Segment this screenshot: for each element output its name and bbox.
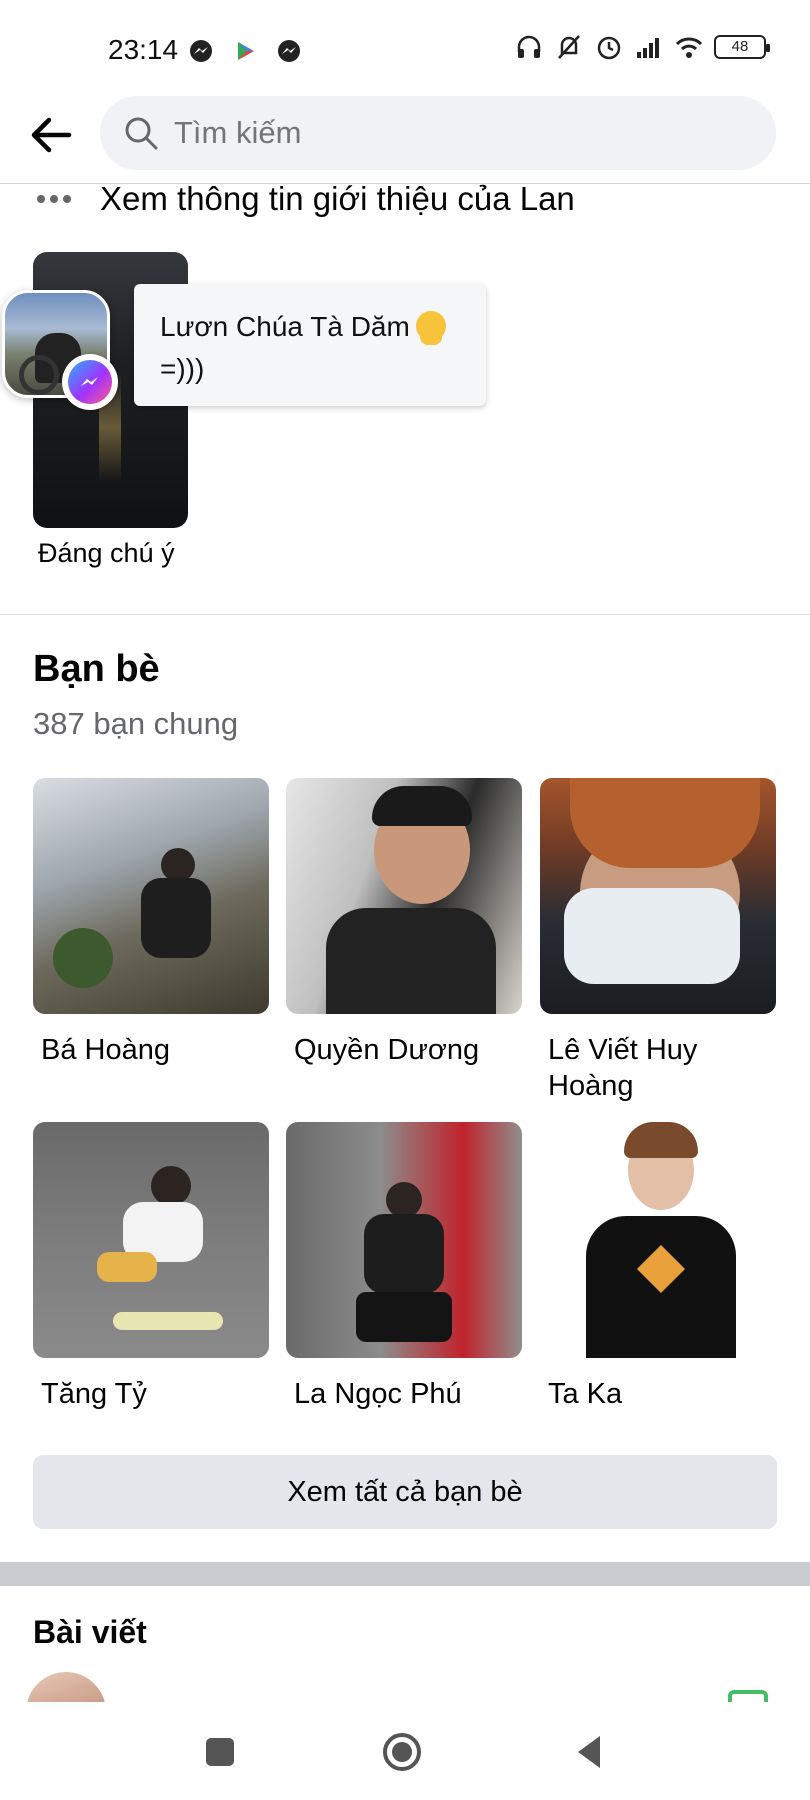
alarm-icon — [597, 36, 621, 60]
friend-photo[interactable] — [540, 1122, 776, 1358]
photo-hair — [624, 1122, 698, 1158]
friend-card[interactable]: Ta Ka — [540, 1122, 776, 1412]
about-link[interactable]: Xem thông tin giới thiệu của Lan — [100, 180, 575, 218]
photo-face-mask — [564, 888, 740, 984]
chat-message-line-1: Lươn Chúa Tà Dăm — [160, 306, 460, 348]
photo-hair — [372, 786, 472, 826]
about-row[interactable]: Xem thông tin giới thiệu của Lan — [0, 180, 810, 240]
messenger-icon — [278, 40, 300, 62]
home-button[interactable] — [382, 1732, 422, 1772]
messenger-icon — [68, 360, 112, 404]
system-navigation-bar — [0, 1702, 810, 1800]
back-nav-button[interactable] — [570, 1732, 610, 1772]
more-dots-icon — [37, 195, 71, 203]
messenger-icon — [190, 40, 212, 62]
status-time: 23:14 — [108, 34, 179, 65]
chat-head-photo-detail — [19, 355, 59, 395]
back-button[interactable] — [26, 110, 76, 160]
arrow-left-icon — [31, 117, 72, 153]
chat-message-line-2: =))) — [160, 353, 205, 384]
friend-card[interactable]: Quyền Dương — [286, 778, 522, 1068]
photo-hair — [570, 778, 760, 868]
messenger-bolt-icon — [81, 377, 98, 386]
friend-name[interactable]: Ta Ka — [540, 1376, 776, 1412]
friend-name[interactable]: Lê Viết Huy Hoàng — [540, 1032, 776, 1104]
friend-card[interactable]: Lê Viết Huy Hoàng — [540, 778, 776, 1104]
signal-icon — [637, 38, 659, 58]
headphones-icon — [517, 35, 541, 58]
friend-photo[interactable] — [33, 1122, 269, 1358]
search-icon — [125, 117, 158, 150]
friend-name[interactable]: Tăng Tỷ — [33, 1376, 269, 1412]
melting-face-emoji-icon — [415, 311, 446, 345]
messenger-badge — [62, 354, 118, 410]
photo-figure — [141, 878, 211, 958]
highlight-label: Đáng chú ý — [38, 538, 175, 568]
posts-section-title: Bài viết — [33, 1614, 147, 1650]
status-bar: 23:14 48 — [0, 0, 810, 96]
battery-level: 48 — [731, 38, 749, 55]
friend-name[interactable]: Bá Hoàng — [33, 1032, 269, 1068]
chat-head-message[interactable]: Lươn Chúa Tà Dăm =))) — [134, 284, 486, 406]
friend-card[interactable]: Tăng Tỷ — [33, 1122, 269, 1412]
mutual-friends-count: 387 bạn chung — [33, 706, 239, 741]
play-store-icon — [238, 42, 254, 60]
friend-photo[interactable] — [33, 778, 269, 1014]
photo-shorts — [97, 1252, 157, 1282]
bell-muted-icon — [558, 35, 580, 59]
friend-photo[interactable] — [286, 778, 522, 1014]
search-input[interactable] — [174, 115, 734, 151]
photo-shirt — [364, 1214, 444, 1294]
photo-figure — [161, 848, 195, 882]
top-navigation — [0, 96, 810, 184]
photo-jacket — [326, 908, 496, 1014]
friend-card[interactable]: Bá Hoàng — [33, 778, 269, 1068]
photo-figure — [386, 1182, 422, 1218]
chat-message-text: Lươn Chúa Tà Dăm — [160, 311, 410, 342]
friends-section-title: Bạn bè — [33, 648, 160, 690]
see-all-friends-button[interactable]: Xem tất cả bạn bè — [33, 1455, 777, 1529]
photo-figure — [151, 1166, 191, 1206]
friend-name[interactable]: La Ngọc Phú — [286, 1376, 522, 1412]
friend-name[interactable]: Quyền Dương — [286, 1032, 522, 1068]
status-left-icons — [186, 36, 304, 66]
search-box[interactable] — [100, 96, 776, 170]
photo-scooter — [113, 1312, 223, 1330]
friend-photo[interactable] — [286, 1122, 522, 1358]
battery-icon: 48 — [714, 35, 770, 59]
recent-apps-button[interactable] — [200, 1732, 240, 1772]
section-divider — [0, 614, 810, 615]
photo-plant — [53, 928, 113, 988]
photo-pants — [356, 1292, 452, 1342]
section-separator — [0, 1562, 810, 1586]
friend-card[interactable]: La Ngọc Phú — [286, 1122, 522, 1412]
friend-photo[interactable] — [540, 778, 776, 1014]
wifi-icon — [675, 37, 703, 58]
status-right-icons: 48 — [514, 32, 770, 62]
